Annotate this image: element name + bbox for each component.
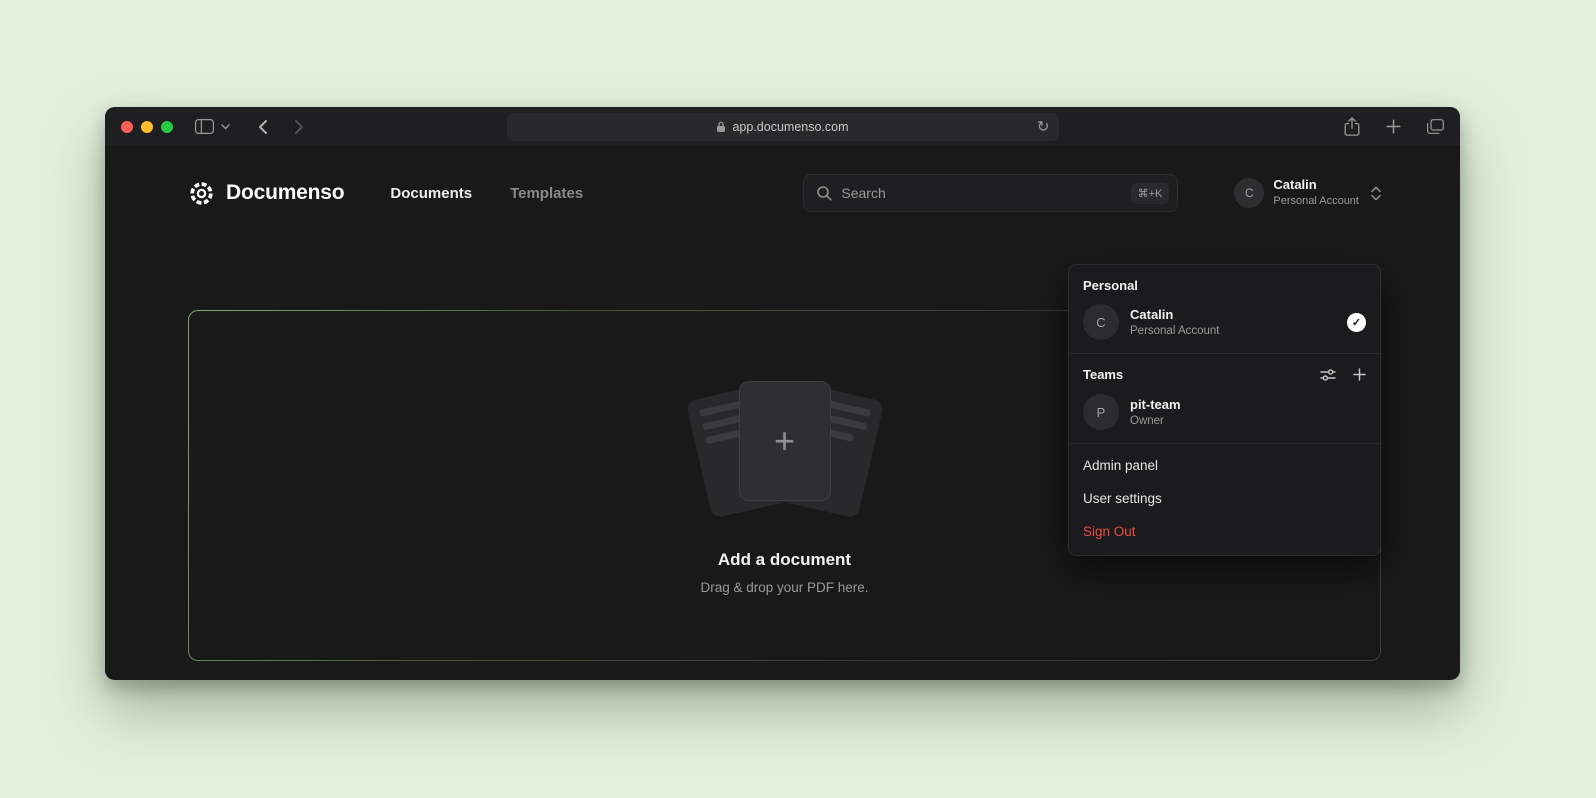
search-shortcut-badge: ⌘+K bbox=[1131, 183, 1170, 204]
primary-nav: Documents Templates bbox=[390, 185, 583, 202]
close-window-button[interactable] bbox=[121, 121, 133, 133]
document-card-add: + bbox=[739, 381, 831, 501]
account-name: Catalin bbox=[1273, 177, 1359, 194]
team-avatar: P bbox=[1083, 394, 1119, 430]
traffic-lights bbox=[121, 121, 173, 133]
plus-icon: + bbox=[774, 423, 795, 459]
teams-section-label: Teams bbox=[1083, 367, 1123, 382]
account-type: Personal Account bbox=[1273, 194, 1359, 208]
personal-avatar: C bbox=[1083, 304, 1119, 340]
documenso-app: Documenso Documents Templates Search ⌘+K… bbox=[105, 147, 1460, 679]
team-item-pit-team[interactable]: P pit-team Owner bbox=[1069, 391, 1380, 443]
minimize-window-button[interactable] bbox=[141, 121, 153, 133]
document-cards-illustration: + bbox=[670, 376, 900, 526]
app-header: Documenso Documents Templates Search ⌘+K… bbox=[105, 147, 1460, 239]
back-button[interactable] bbox=[258, 119, 268, 135]
personal-name: Catalin bbox=[1130, 307, 1220, 322]
account-avatar: C bbox=[1234, 178, 1264, 208]
chevron-up-down-icon bbox=[1371, 186, 1381, 201]
personal-texts: Catalin Personal Account bbox=[1130, 307, 1220, 337]
forward-button[interactable] bbox=[294, 119, 304, 135]
documenso-logo-icon bbox=[188, 180, 215, 207]
menu-item-sign-out[interactable]: Sign Out bbox=[1069, 515, 1380, 548]
team-role: Owner bbox=[1130, 415, 1181, 427]
account-dropdown-menu: Personal C Catalin Personal Account ✓ Te… bbox=[1068, 264, 1381, 556]
teams-section-header: Teams bbox=[1069, 354, 1380, 391]
nav-item-templates[interactable]: Templates bbox=[510, 185, 583, 202]
team-name: pit-team bbox=[1130, 397, 1181, 412]
chevron-down-icon[interactable] bbox=[221, 124, 230, 130]
account-texts: Catalin Personal Account bbox=[1273, 177, 1359, 208]
personal-type: Personal Account bbox=[1130, 325, 1220, 337]
new-tab-icon[interactable] bbox=[1386, 119, 1401, 134]
nav-item-documents[interactable]: Documents bbox=[390, 185, 472, 202]
url-text: app.documenso.com bbox=[732, 120, 848, 134]
dropzone-subtitle: Drag & drop your PDF here. bbox=[700, 580, 868, 595]
reload-icon[interactable]: ↻ bbox=[1037, 120, 1050, 135]
logo-text: Documenso bbox=[226, 181, 344, 205]
menu-items: Admin panel User settings Sign Out bbox=[1069, 444, 1380, 548]
browser-toolbar: app.documenso.com ↻ bbox=[105, 107, 1460, 147]
sidebar-toggle-icon[interactable] bbox=[195, 119, 214, 134]
share-icon[interactable] bbox=[1344, 117, 1360, 136]
search-placeholder: Search bbox=[841, 185, 1121, 201]
manage-teams-icon[interactable] bbox=[1320, 368, 1336, 382]
search-icon bbox=[816, 185, 832, 201]
address-bar[interactable]: app.documenso.com ↻ bbox=[507, 113, 1059, 141]
selected-check-icon: ✓ bbox=[1347, 313, 1366, 332]
zoom-window-button[interactable] bbox=[161, 121, 173, 133]
add-team-icon[interactable] bbox=[1353, 368, 1366, 381]
documenso-logo[interactable]: Documenso bbox=[188, 180, 344, 207]
search-input[interactable]: Search ⌘+K bbox=[803, 174, 1178, 212]
team-texts: pit-team Owner bbox=[1130, 397, 1181, 427]
tab-overview-icon[interactable] bbox=[1427, 119, 1444, 134]
account-menu-trigger[interactable]: C Catalin Personal Account bbox=[1234, 177, 1381, 208]
personal-account-item[interactable]: C Catalin Personal Account ✓ bbox=[1069, 301, 1380, 353]
dropzone-title: Add a document bbox=[718, 550, 851, 570]
lock-icon bbox=[716, 121, 726, 133]
personal-section-label: Personal bbox=[1069, 265, 1380, 301]
menu-item-admin-panel[interactable]: Admin panel bbox=[1069, 449, 1380, 482]
menu-item-user-settings[interactable]: User settings bbox=[1069, 482, 1380, 515]
safari-window: app.documenso.com ↻ Documenso bbox=[105, 107, 1460, 680]
